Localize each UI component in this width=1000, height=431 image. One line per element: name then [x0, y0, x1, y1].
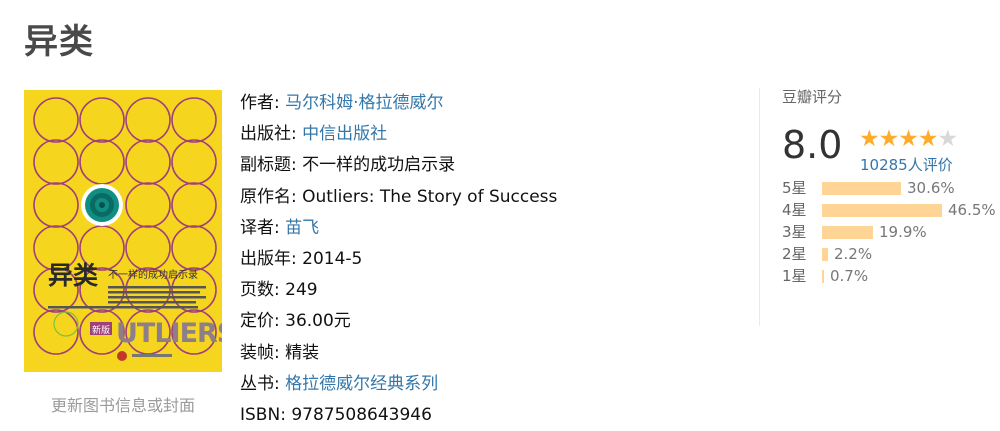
info-key: 副标题	[240, 155, 291, 176]
rating-bar-row: 4星 46.5%	[782, 199, 996, 221]
book-cover-image: 异类 不一样的成功启示录 新版 UTLIERS	[24, 90, 222, 372]
binding-value: 精装	[285, 342, 320, 363]
rating-label: 豆瓣评分	[782, 88, 843, 106]
info-row-pub-year: 出版年: 2014-5	[240, 248, 363, 269]
rating-bar-row: 5星 30.6%	[782, 177, 982, 199]
info-row-pages: 页数: 249	[240, 280, 318, 301]
divider	[759, 88, 760, 326]
rating-score: 8.0	[782, 123, 843, 167]
rating-bar-label: 1星	[782, 267, 807, 285]
rating-bar-percent: 19.9%	[879, 223, 927, 241]
original-title-value: Outliers: The Story of Success	[302, 186, 558, 207]
cover-title: 异类	[48, 261, 99, 290]
rating-bar-percent: 30.6%	[907, 179, 955, 197]
rating-bar-fill	[822, 270, 824, 283]
rating-breakdown: 5星 30.6% 4星 46.5% 3星 19.9% 2星 2.2% 1星 0.7%	[782, 177, 996, 287]
rating-bar-fill	[822, 182, 901, 195]
rating-bar-fill	[822, 204, 942, 217]
rating-bar-row: 2星 2.2%	[782, 243, 982, 265]
info-key: 装帧	[240, 342, 274, 363]
info-key: 丛书	[240, 373, 274, 394]
page-title: 异类	[24, 22, 94, 62]
rating-bar-percent: 46.5%	[948, 201, 996, 219]
center-target-icon	[81, 184, 123, 226]
book-cover[interactable]: 异类 不一样的成功启示录 新版 UTLIERS	[24, 90, 222, 372]
update-book-info-link[interactable]: 更新图书信息或封面	[24, 392, 222, 416]
rating-panel: 豆瓣评分 8.0 ★★★★★ 10285人评价 5星 30.6% 4星 46.5% 3星…	[782, 86, 996, 287]
info-row-original-title: 原作名: Outliers: The Story of Success	[240, 186, 558, 207]
rating-bar-label: 4星	[782, 201, 807, 219]
star-full-icon: ★	[917, 126, 939, 152]
info-row-binding: 装帧: 精装	[240, 342, 320, 363]
publisher-link[interactable]: 中信出版社	[302, 124, 387, 144]
info-key: 出版社	[240, 124, 291, 145]
info-key: 原作名	[240, 186, 291, 207]
rating-votes-link[interactable]: 10285人评价	[860, 154, 953, 175]
price-value: 36.00元	[285, 311, 351, 332]
rating-bar-percent: 2.2%	[834, 245, 873, 263]
rating-bar-label: 3星	[782, 223, 807, 241]
cover-english-title: UTLIERS	[116, 318, 222, 349]
pub-year-value: 2014-5	[302, 248, 363, 269]
subtitle-value: 不一样的成功启示录	[302, 155, 456, 176]
info-row-author: 作者: 马尔科姆·格拉德威尔	[240, 93, 444, 113]
isbn-value: 9787508643946	[291, 404, 432, 425]
cover-subtitle: 不一样的成功启示录	[108, 268, 198, 281]
info-row-publisher: 出版社: 中信出版社	[240, 124, 388, 145]
rating-bar-row: 1星 0.7%	[782, 265, 982, 287]
star-full-icon: ★	[898, 126, 919, 152]
rating-bar-fill	[822, 226, 873, 239]
info-row-price: 定价: 36.00元	[240, 311, 351, 332]
info-key: ISBN	[240, 404, 281, 425]
star-full-icon: ★	[859, 126, 880, 152]
info-key: 定价	[240, 311, 274, 332]
rating-bar-label: 5星	[782, 179, 807, 197]
info-row-isbn: ISBN: 9787508643946	[240, 404, 432, 425]
info-key: 译者	[240, 217, 274, 238]
info-row-series: 丛书: 格拉德威尔经典系列	[240, 373, 439, 394]
rating-bar-row: 3星 19.9%	[782, 221, 982, 243]
translator-link[interactable]: 苗飞	[285, 218, 319, 238]
rating-bar-label: 2星	[782, 245, 807, 263]
star-empty-icon: ★	[937, 126, 959, 152]
cover-edition-badge: 新版	[92, 324, 110, 336]
author-link[interactable]: 马尔科姆·格拉德威尔	[285, 93, 443, 113]
info-row-subtitle: 副标题: 不一样的成功启示录	[240, 155, 456, 176]
star-full-icon: ★	[878, 126, 900, 152]
rating-bar-percent: 0.7%	[830, 267, 869, 285]
series-link[interactable]: 格拉德威尔经典系列	[285, 374, 438, 394]
info-key: 作者	[240, 93, 274, 113]
rating-stars-icon: ★★★★★	[859, 126, 959, 152]
info-key: 页数	[240, 280, 274, 301]
rating-bar-fill	[822, 248, 828, 261]
pages-value: 249	[285, 280, 318, 301]
info-row-translator: 译者: 苗飞	[240, 217, 320, 238]
info-key: 出版年	[240, 248, 291, 269]
book-info: 作者: 马尔科姆·格拉德威尔 出版社: 中信出版社 副标题: 不一样的成功启示录…	[240, 88, 740, 431]
